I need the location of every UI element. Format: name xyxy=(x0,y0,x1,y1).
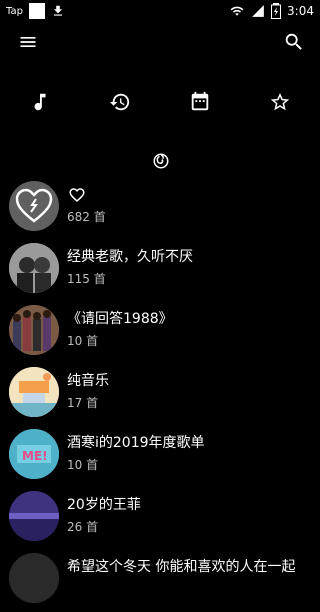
list-item[interactable]: 经典老歌，久听不厌 115 首 xyxy=(0,240,320,302)
favorites-cover xyxy=(9,181,59,231)
playlist-cover xyxy=(9,367,59,417)
playlist-title: 《请回答1988》 xyxy=(67,311,173,327)
status-left: Tap xyxy=(6,3,65,19)
song-count: 17 首 xyxy=(67,396,99,410)
tab-favorites[interactable] xyxy=(268,90,292,114)
brand-logo-icon[interactable] xyxy=(152,152,170,170)
search-icon xyxy=(285,33,302,50)
heart-cover-icon xyxy=(15,188,53,223)
signal-icon xyxy=(252,5,264,17)
wifi-icon xyxy=(230,6,244,16)
list-item[interactable]: 《请回答1988》 10 首 xyxy=(0,302,320,364)
playlist-title: 20岁的王菲 xyxy=(67,497,141,513)
list-item[interactable]: 纯音乐 17 首 xyxy=(0,364,320,426)
list-item[interactable]: ME! 酒寒i的2019年度歌单 10 首 xyxy=(0,426,320,488)
top-app-bar xyxy=(0,26,320,58)
battery-icon xyxy=(271,3,282,19)
search-button[interactable] xyxy=(282,30,306,54)
heart-icon xyxy=(69,188,85,203)
status-bar: Tap 3:04 xyxy=(0,0,320,24)
song-count: 115 首 xyxy=(67,272,106,286)
cover-image xyxy=(9,553,59,603)
list-item[interactable]: 20岁的王菲 26 首 xyxy=(0,488,320,550)
menu-icon xyxy=(20,37,36,47)
playlist-cover xyxy=(9,305,59,355)
cover-image xyxy=(9,243,59,293)
list-item[interactable]: 682 首 xyxy=(0,178,320,240)
song-count: 26 首 xyxy=(67,520,99,534)
svg-text:ME!: ME! xyxy=(22,449,48,463)
song-count: 10 首 xyxy=(67,458,99,472)
music-note-icon xyxy=(34,93,46,111)
cover-image: ME! xyxy=(9,429,59,479)
list-item[interactable]: 希望这个冬天 你能和喜欢的人在一起 xyxy=(0,550,320,612)
cover-image xyxy=(9,367,59,417)
cover-image xyxy=(9,305,59,355)
tab-bar xyxy=(0,90,320,114)
tab-history[interactable] xyxy=(108,90,132,114)
status-right: 3:04 xyxy=(229,3,314,19)
playlist-cover xyxy=(9,243,59,293)
menu-button[interactable] xyxy=(16,30,40,54)
playlist-title: 希望这个冬天 你能和喜欢的人在一起 xyxy=(67,559,296,575)
playlist-cover xyxy=(9,491,59,541)
tab-music[interactable] xyxy=(28,90,52,114)
status-text: Tap xyxy=(6,5,23,17)
history-icon xyxy=(109,93,130,111)
calendar-icon xyxy=(191,91,209,111)
star-icon xyxy=(270,92,290,111)
playlist-cover: ME! xyxy=(9,429,59,479)
notification-square-icon xyxy=(28,3,45,19)
status-time: 3:04 xyxy=(287,4,314,18)
playlist-title: 酒寒i的2019年度歌单 xyxy=(67,435,205,451)
tab-calendar[interactable] xyxy=(188,90,212,114)
cover-image xyxy=(9,491,59,541)
song-count: 682 首 xyxy=(67,210,106,224)
download-icon xyxy=(53,5,63,16)
song-count: 10 首 xyxy=(67,334,99,348)
playlist-cover xyxy=(9,553,59,603)
playlist-title: 经典老歌，久听不厌 xyxy=(67,249,193,265)
playlist-title: 纯音乐 xyxy=(67,373,109,389)
